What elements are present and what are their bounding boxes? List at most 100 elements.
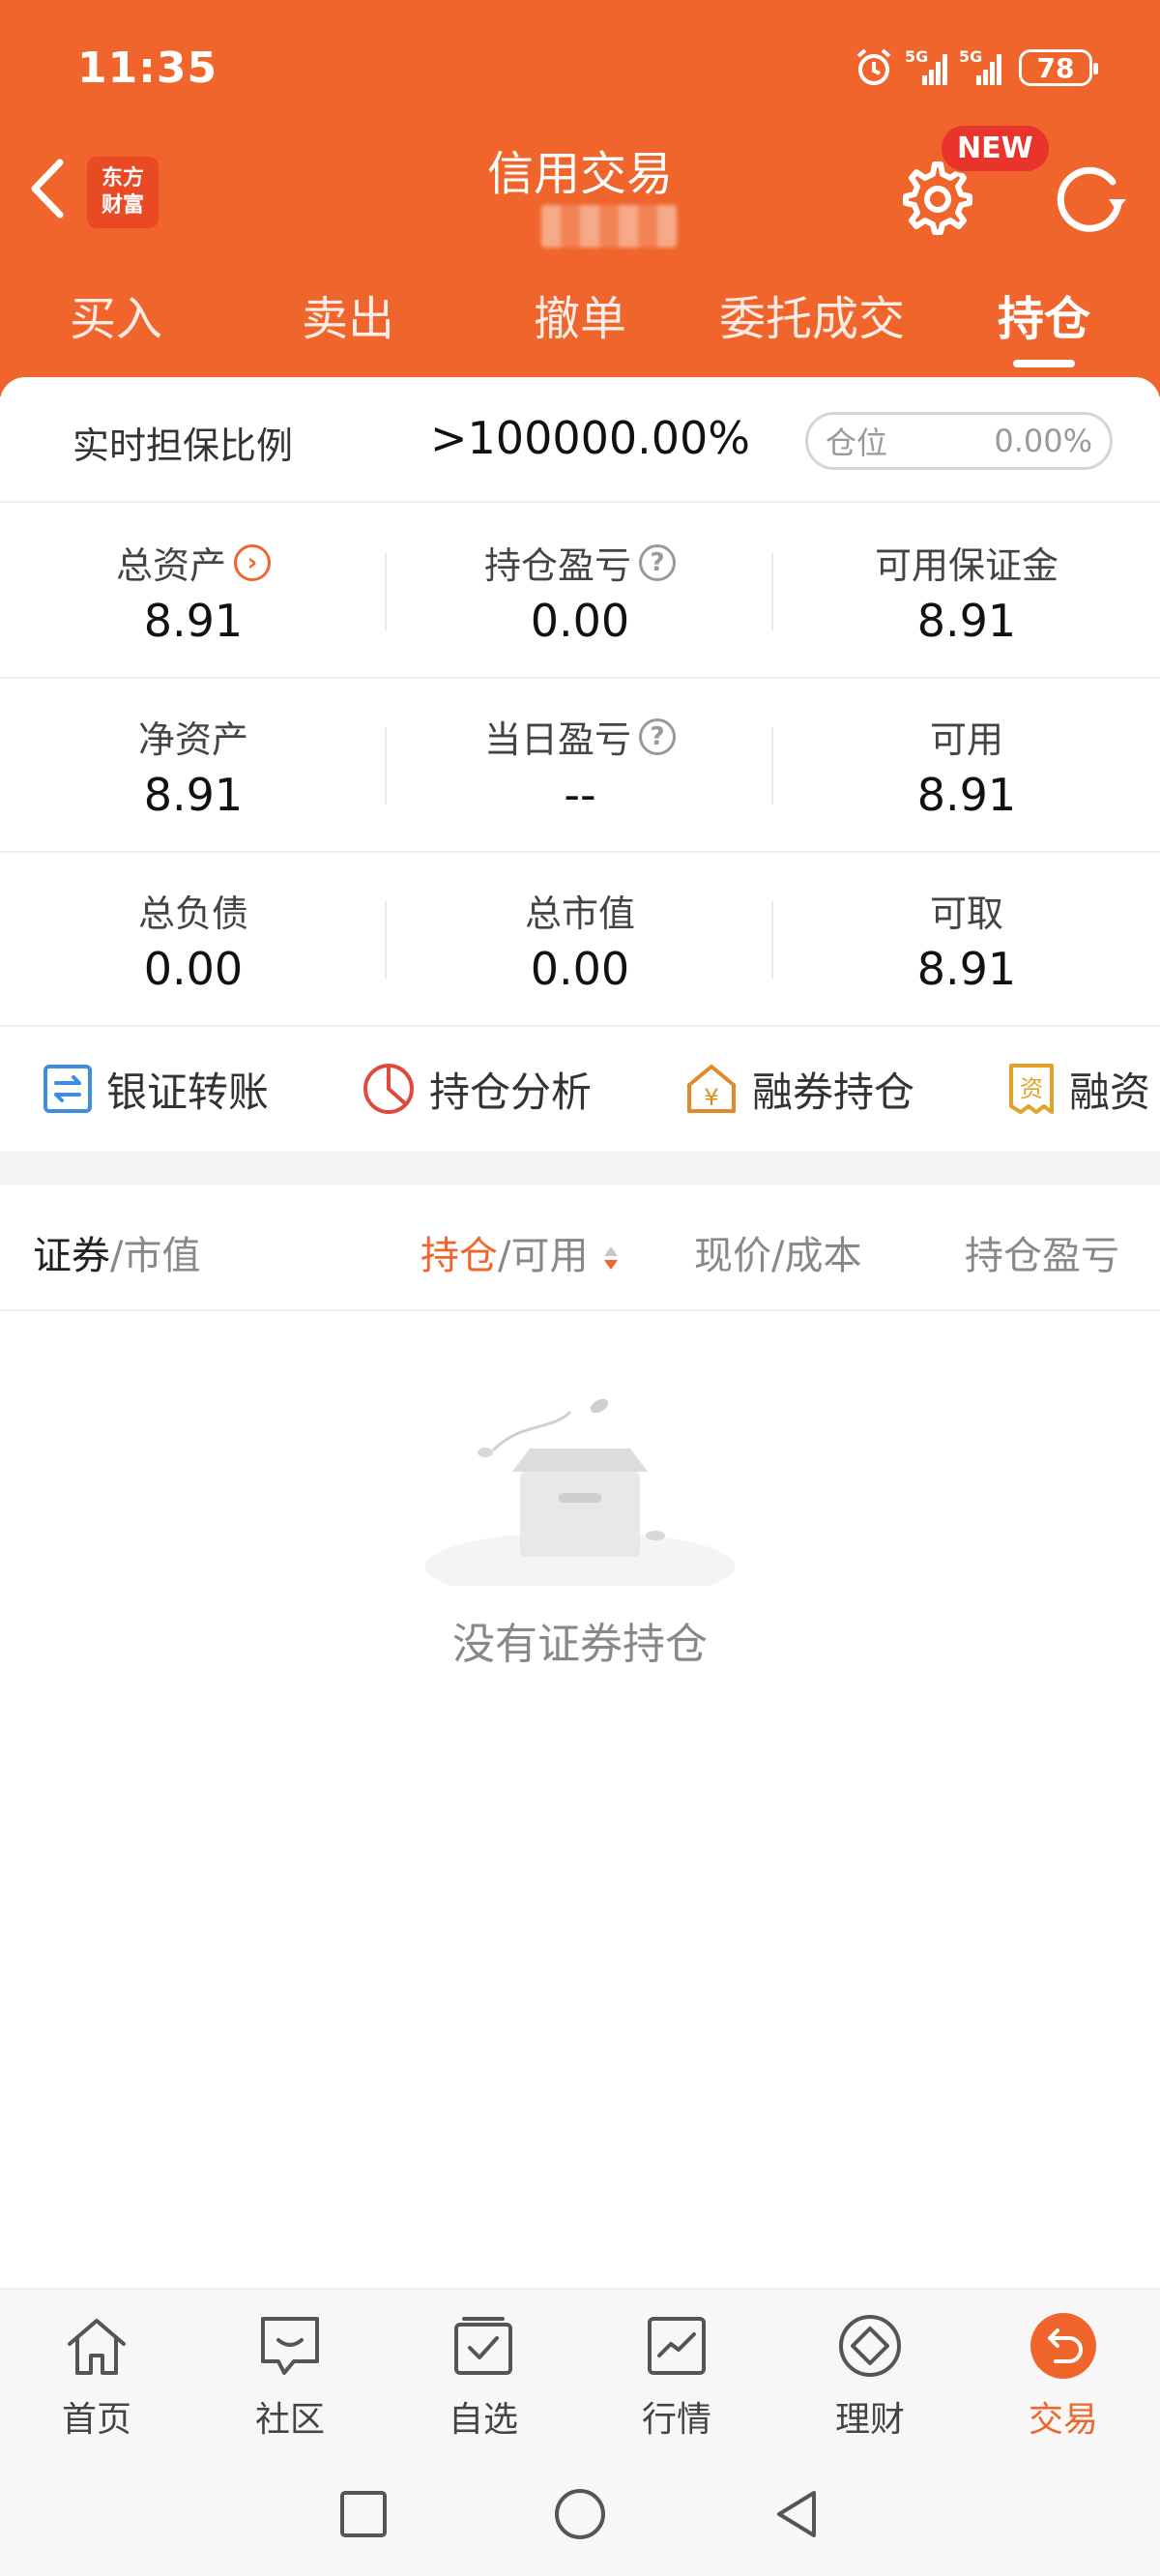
withdrawable-value: 8.91	[916, 943, 1017, 995]
available-label: 可用	[929, 718, 1003, 761]
empty-box-icon	[425, 1398, 735, 1601]
shortcut-bank-transfer[interactable]: 银证转账	[43, 1060, 269, 1119]
total-liabilities-cell: 总负债 0.00	[0, 853, 387, 1025]
ratio-label: 实时担保比例	[72, 424, 294, 467]
back-nav-button[interactable]	[771, 2487, 822, 2541]
col-position-pnl[interactable]: 持仓盈亏	[965, 1224, 1160, 1280]
position-pill: 仓位 0.00%	[805, 412, 1113, 470]
market-value-value: 0.00	[530, 943, 630, 995]
refresh-icon	[1057, 166, 1126, 232]
svg-text:5G: 5G	[905, 47, 928, 66]
nav-watchlist[interactable]: 自选	[387, 2290, 580, 2452]
account-blurred	[541, 205, 677, 248]
total-assets-value: 8.91	[143, 595, 244, 647]
transfer-icon	[44, 1065, 92, 1113]
available-cell: 可用 8.91	[773, 679, 1160, 851]
nav-wealth[interactable]: 理财	[773, 2290, 967, 2452]
nav-label: 交易	[1028, 2400, 1098, 2440]
recents-button[interactable]	[338, 2489, 389, 2539]
section-divider	[0, 1151, 1160, 1186]
net-assets-label: 净资产	[137, 718, 248, 761]
shortcut-short-positions[interactable]: ¥ 融券持仓	[684, 1060, 914, 1119]
available-margin-value: 8.91	[916, 595, 1017, 647]
asset-grid: 总资产 › 8.91 持仓盈亏? 0.00 可用保证金 8.91 净资产 8.91…	[0, 505, 1160, 1027]
svg-text:资: 资	[1020, 1075, 1043, 1102]
status-icons: 5G 5G 78	[853, 46, 1098, 89]
asset-row: 总资产 › 8.91 持仓盈亏? 0.00 可用保证金 8.91	[0, 505, 1160, 679]
help-icon[interactable]: ?	[639, 543, 676, 581]
nav-label: 自选	[448, 2400, 518, 2440]
tab-buy[interactable]: 买入	[0, 280, 232, 367]
nav-label: 理财	[834, 2400, 905, 2440]
sort-icon	[604, 1246, 619, 1270]
daily-pnl-value: --	[564, 769, 596, 821]
nav-community[interactable]: 社区	[193, 2290, 387, 2452]
position-pnl-value: 0.00	[530, 595, 630, 647]
shortcut-label: 融券持仓	[752, 1068, 915, 1116]
shortcut-financing[interactable]: 资 融资	[1007, 1060, 1150, 1119]
svg-text:5G: 5G	[959, 47, 982, 66]
net-assets-value: 8.91	[143, 769, 244, 821]
nav-label: 行情	[641, 2400, 711, 2440]
shortcut-row: 银证转账 持仓分析 ¥ 融券持仓 资 融资	[0, 1027, 1160, 1151]
holdings-table-header: 证券/市值 持仓/可用 现价/成本 持仓盈亏	[0, 1187, 1160, 1311]
tab-sell[interactable]: 卖出	[232, 280, 464, 367]
app-header: 11:35 5G 5G 78 东方 财富 信用交易 NEW 买入 卖出 撤单 委…	[0, 0, 1160, 396]
asset-row: 总负债 0.00 总市值 0.00 可取 8.91	[0, 853, 1160, 1027]
col-price-cost[interactable]: 现价/成本	[694, 1224, 861, 1280]
position-value: 0.00%	[994, 423, 1092, 459]
nav-home[interactable]: 首页	[0, 2290, 193, 2452]
market-value-label: 总市值	[524, 893, 635, 935]
shortcut-label: 持仓分析	[429, 1068, 593, 1116]
tab-cancel[interactable]: 撤单	[464, 280, 696, 367]
withdrawable-cell: 可取 8.91	[773, 853, 1160, 1025]
home-button[interactable]	[553, 2487, 607, 2541]
available-value: 8.91	[916, 769, 1017, 821]
tab-positions[interactable]: 持仓	[928, 280, 1160, 367]
col-holdings[interactable]: 持仓/可用	[420, 1224, 622, 1280]
shortcut-position-analysis[interactable]: 持仓分析	[362, 1060, 592, 1119]
available-margin-label: 可用保证金	[874, 544, 1058, 587]
new-badge: NEW	[940, 124, 1051, 173]
chevron-right-icon[interactable]: ›	[234, 543, 271, 581]
trade-tabs: 买入 卖出 撤单 委托成交 持仓	[0, 280, 1160, 367]
chat-icon	[261, 2317, 319, 2375]
nav-label: 社区	[254, 2400, 325, 2440]
checkbox-icon	[454, 2317, 512, 2375]
shortcut-label: 融资	[1069, 1068, 1151, 1116]
withdrawable-label: 可取	[929, 893, 1003, 935]
help-icon[interactable]: ?	[639, 717, 676, 755]
line-chart-icon	[648, 2317, 706, 2375]
system-nav-bar	[0, 2452, 1160, 2576]
home-icon	[68, 2319, 126, 2375]
guarantee-ratio-row: 实时担保比例 >100000.00% 仓位 0.00%	[0, 377, 1160, 503]
total-assets-cell[interactable]: 总资产 › 8.91	[0, 505, 387, 677]
status-time: 11:35	[77, 43, 218, 93]
signal-5g-icon: 5G	[905, 46, 949, 89]
refresh-button[interactable]	[1049, 155, 1132, 238]
shortcut-label: 银证转账	[106, 1068, 270, 1116]
diamond-icon	[839, 2315, 901, 2377]
ratio-value: >100000.00%	[430, 412, 751, 464]
daily-pnl-label: 当日盈亏	[483, 718, 631, 761]
col-security[interactable]: 证券/市值	[33, 1224, 200, 1280]
pie-chart-icon	[363, 1064, 415, 1114]
tab-orders[interactable]: 委托成交	[696, 280, 928, 367]
alarm-icon	[853, 46, 895, 89]
empty-state: 没有证券持仓	[0, 1392, 1160, 1671]
battery-indicator: 78	[1019, 49, 1098, 86]
total-liabilities-value: 0.00	[143, 943, 244, 995]
nav-trade[interactable]: 交易	[967, 2290, 1160, 2452]
total-liabilities-label: 总负债	[137, 893, 248, 935]
bottom-nav: 首页 社区 自选 行情 理财 交易	[0, 2288, 1160, 2452]
status-bar: 11:35 5G 5G 78	[77, 39, 1098, 97]
nav-label: 首页	[61, 2400, 131, 2440]
trade-icon	[1030, 2313, 1096, 2379]
nav-row: 东方 财富 信用交易 NEW	[0, 124, 1160, 251]
total-assets-label: 总资产	[115, 544, 226, 587]
svg-text:¥: ¥	[704, 1084, 718, 1111]
nav-market[interactable]: 行情	[580, 2290, 773, 2452]
empty-message: 没有证券持仓	[452, 1620, 708, 1669]
position-pnl-label: 持仓盈亏	[483, 544, 631, 587]
net-assets-cell: 净资产 8.91	[0, 679, 387, 851]
